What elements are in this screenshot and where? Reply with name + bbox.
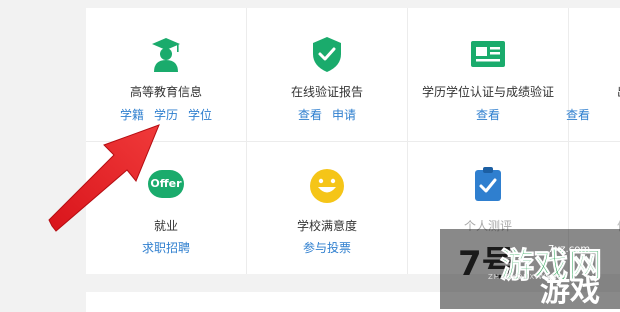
link-vote[interactable]: 参与投票 — [303, 239, 351, 256]
link-job-search[interactable]: 求职招聘 — [142, 239, 190, 256]
service-links: 查看 申请 — [247, 106, 407, 123]
link-view[interactable]: 查看 — [566, 106, 590, 123]
graduate-icon — [152, 38, 180, 72]
link-apply[interactable]: 申请 — [332, 106, 356, 123]
offer-icon: Offer — [148, 170, 184, 198]
id-card-icon — [471, 41, 505, 67]
service-title: 就业 — [153, 219, 178, 233]
service-title: 学校满意度 — [296, 219, 357, 233]
service-links: 查看 — [408, 106, 568, 123]
smile-icon — [310, 169, 344, 203]
service-links: 求职招聘 — [86, 239, 246, 256]
service-degree-certification: 学历学位认证与成绩验证 查看 — [408, 8, 568, 140]
link-student-status[interactable]: 学籍 — [120, 106, 144, 123]
service-links: 参与投票 — [247, 239, 407, 256]
service-partial-4: 出 查看 — [566, 8, 620, 140]
watermark-site: 7xz.com — [548, 244, 591, 255]
shield-check-icon — [313, 37, 341, 72]
service-links: 查看 — [561, 106, 595, 123]
service-links: 学籍 学历 学位 — [86, 106, 246, 123]
service-higher-education: 高等教育信息 学籍 学历 学位 — [86, 8, 246, 140]
link-view[interactable]: 查看 — [476, 106, 500, 123]
service-online-verification: 在线验证报告 查看 申请 — [247, 8, 407, 140]
service-title: 在线验证报告 — [290, 85, 363, 99]
service-title: 高等教育信息 — [129, 85, 202, 99]
service-school-satisfaction: 学校满意度 参与投票 — [247, 142, 407, 274]
link-degree-record[interactable]: 学历 — [154, 106, 178, 123]
service-employment: Offer 就业 求职招聘 — [86, 142, 246, 274]
link-view[interactable]: 查看 — [298, 106, 322, 123]
clipboard-check-icon — [475, 167, 501, 201]
service-title: 学历学位认证与成绩验证 — [421, 85, 554, 99]
link-degree[interactable]: 学位 — [188, 106, 212, 123]
watermark-brand-sub: 游戏 — [540, 274, 600, 309]
